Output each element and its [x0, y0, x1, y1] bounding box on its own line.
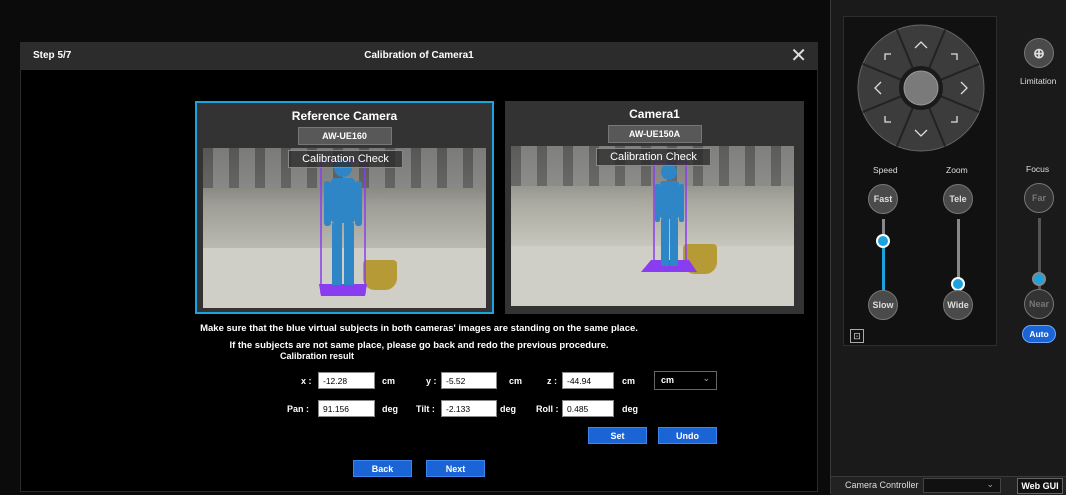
slow-button[interactable]: Slow: [868, 290, 898, 320]
unit-select[interactable]: cm ⌄: [654, 371, 717, 390]
zoom-slider-knob[interactable]: [951, 276, 965, 291]
set-button[interactable]: Set: [588, 427, 647, 444]
dialog-title: Calibration of Camera1: [364, 50, 474, 61]
direction-pad[interactable]: [856, 23, 986, 153]
pan-unit: deg: [382, 404, 399, 414]
lock-icon[interactable]: ⊡: [850, 329, 864, 343]
undo-button[interactable]: Undo: [658, 427, 717, 444]
tilt-label: Tilt :: [416, 404, 435, 414]
back-button[interactable]: Back: [353, 460, 412, 477]
camera-image: Calibration Check: [511, 146, 794, 306]
camera-controller-label: Camera Controller: [845, 480, 919, 490]
speed-slider-knob[interactable]: [876, 233, 890, 248]
z-label: z :: [547, 376, 557, 386]
calibration-result-heading: Calibration result: [280, 351, 355, 361]
speed-label: Speed: [873, 165, 898, 175]
pan-field[interactable]: 91.156: [318, 400, 375, 417]
chevron-down-icon: ⌄: [702, 373, 710, 383]
close-icon[interactable]: ✕: [790, 45, 807, 67]
roll-field[interactable]: 0.485: [562, 400, 614, 417]
web-gui-button[interactable]: Web GUI: [1017, 478, 1063, 494]
dialog-titlebar: Step 5/7 Calibration of Camera1 ✕: [21, 43, 817, 70]
ptz-pad: Speed Zoom Fast Tele Slow Wide ⊡: [843, 16, 997, 346]
virtual-subject: [641, 161, 697, 272]
limitation-icon[interactable]: ⊕: [1024, 38, 1054, 68]
camera-image: Calibration Check: [203, 148, 486, 308]
z-unit: cm: [622, 376, 636, 386]
virtual-subject: [319, 159, 367, 296]
bottom-bar: Camera Controller ⌄ Web GUI: [831, 476, 1066, 495]
camera-controller-select[interactable]: ⌄: [923, 478, 1001, 493]
wide-button[interactable]: Wide: [943, 290, 973, 320]
x-unit: cm: [382, 376, 396, 386]
calibration-check-overlay: Calibration Check: [288, 150, 403, 168]
instruction-line-1: Make sure that the blue virtual subjects…: [200, 323, 638, 334]
instruction-line-2: If the subjects are not same place, plea…: [229, 340, 609, 351]
roll-label: Roll :: [536, 404, 559, 414]
calibration-dialog: Step 5/7 Calibration of Camera1 ✕ Refere…: [20, 42, 818, 492]
far-button[interactable]: Far: [1024, 183, 1054, 213]
y-field[interactable]: -5.52: [441, 372, 497, 389]
focus-label: Focus: [1026, 164, 1050, 174]
calibration-check-overlay: Calibration Check: [596, 148, 711, 166]
z-field[interactable]: -44.94: [562, 372, 614, 389]
y-unit: cm: [509, 376, 523, 386]
camera-model-badge: AW-UE160: [297, 127, 392, 145]
limitation-label: Limitation: [1020, 76, 1057, 86]
fast-button[interactable]: Fast: [868, 184, 898, 214]
x-label: x :: [301, 376, 312, 386]
camera1-panel[interactable]: Camera1 AW-UE150A Calibration Check: [505, 101, 804, 314]
next-button[interactable]: Next: [426, 460, 485, 477]
camera-name: Camera1: [629, 107, 680, 121]
near-button[interactable]: Near: [1024, 289, 1054, 319]
chevron-down-icon: ⌄: [986, 479, 994, 489]
tilt-field[interactable]: -2.133: [441, 400, 497, 417]
y-label: y :: [426, 376, 437, 386]
speed-slider-fill: [882, 240, 885, 291]
auto-focus-button[interactable]: Auto: [1022, 325, 1056, 343]
camera-name: Reference Camera: [291, 109, 398, 123]
pan-label: Pan :: [287, 404, 310, 414]
camera-model-badge: AW-UE150A: [607, 125, 702, 143]
zoom-label: Zoom: [946, 165, 968, 175]
unit-select-value: cm: [661, 375, 675, 385]
reference-camera-panel[interactable]: Reference Camera AW-UE160 Calibration Ch…: [195, 101, 494, 314]
tilt-unit: deg: [500, 404, 517, 414]
tele-button[interactable]: Tele: [943, 184, 973, 214]
roll-unit: deg: [622, 404, 639, 414]
x-field[interactable]: -12.28: [318, 372, 375, 389]
